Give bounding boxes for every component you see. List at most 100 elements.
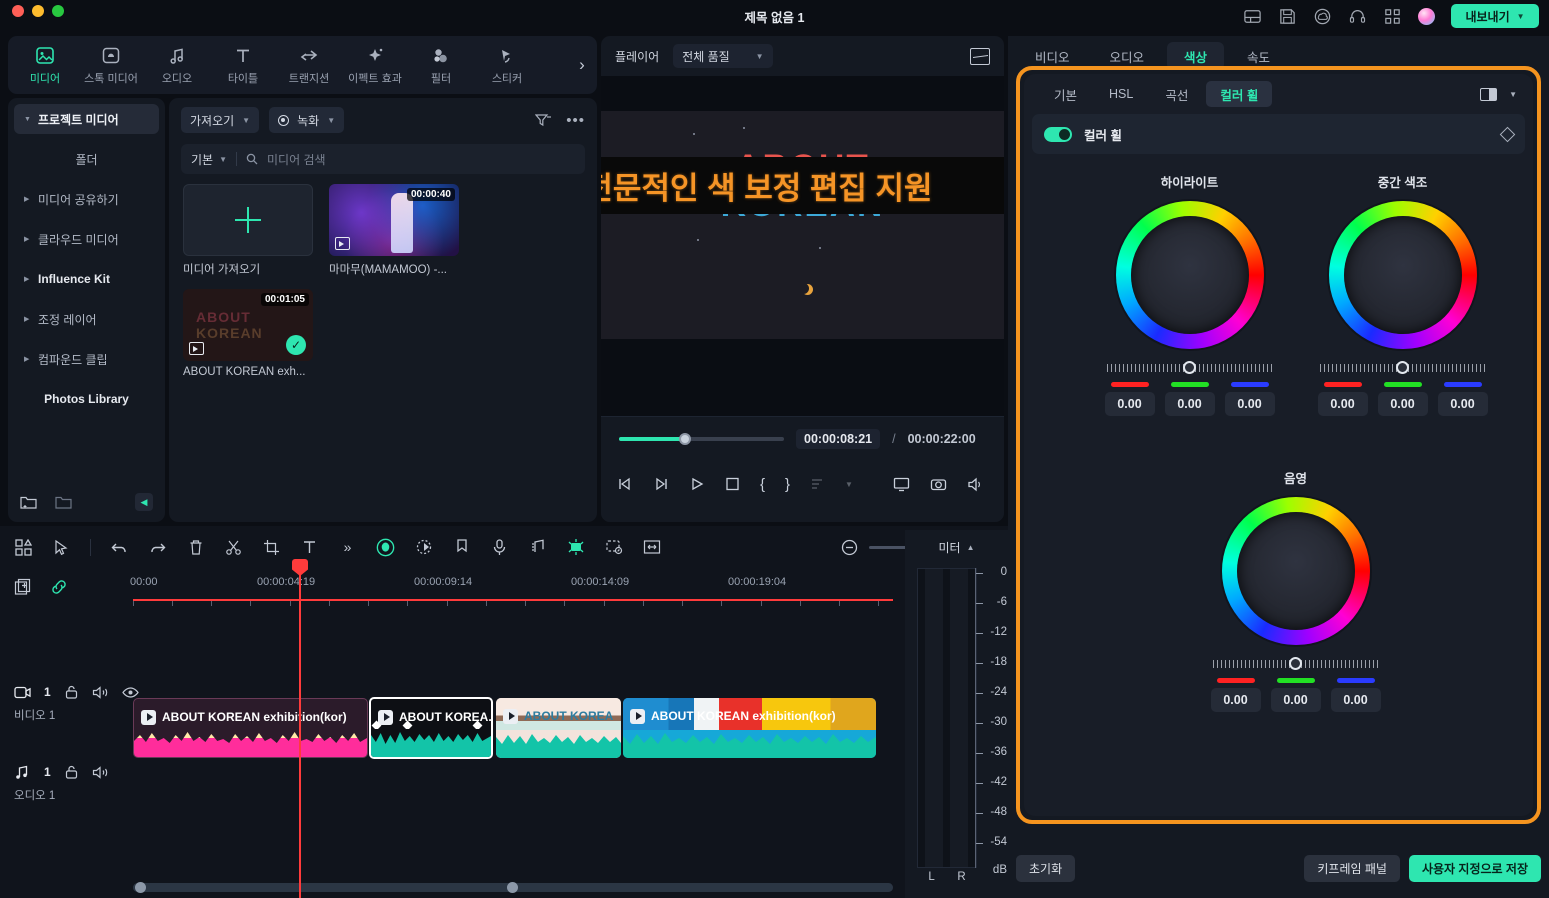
lock-icon[interactable]: [64, 764, 79, 780]
redo-icon[interactable]: [148, 538, 167, 557]
wheel-slider[interactable]: [1106, 361, 1273, 374]
link-icon[interactable]: [50, 578, 68, 596]
media-thumbnail[interactable]: ABOUT KOREAN 00:01:05 ✓: [183, 289, 313, 361]
avatar[interactable]: [1418, 7, 1435, 25]
nav-item-media[interactable]: 미디어: [12, 45, 78, 86]
media-cell-about-korean[interactable]: ABOUT KOREAN 00:01:05 ✓ ABOUT KOREAN exh…: [183, 289, 313, 378]
wheel-slider[interactable]: [1319, 361, 1486, 374]
sidebar-item-influence-kit[interactable]: ▶ Influence Kit: [14, 264, 159, 294]
more-chevrons-icon[interactable]: »: [338, 538, 357, 557]
media-thumbnail[interactable]: 00:00:40: [329, 184, 459, 256]
undo-icon[interactable]: [110, 538, 129, 557]
mute-icon[interactable]: [92, 765, 109, 780]
headset-support-icon[interactable]: [1348, 7, 1367, 26]
green-screen-icon[interactable]: [566, 538, 585, 557]
reset-button[interactable]: 초기화: [1016, 854, 1076, 882]
track-header-audio-1[interactable]: 1 오디오 1: [14, 764, 109, 803]
play-icon[interactable]: [689, 475, 705, 493]
apps-grid-icon[interactable]: [1383, 7, 1402, 26]
color-wheel-control[interactable]: [1221, 497, 1370, 645]
blue-value[interactable]: 0.00: [1330, 688, 1381, 712]
next-frame-icon[interactable]: [653, 475, 669, 493]
search-input[interactable]: 미디어 검색: [267, 151, 326, 168]
sidebar-item-share-media[interactable]: ▶ 미디어 공유하기: [14, 184, 159, 214]
timeline-horizontal-scrollbar[interactable]: [133, 882, 893, 893]
waveform-scope-icon[interactable]: [970, 47, 990, 65]
sidebar-item-cloud-media[interactable]: ▶ 클라우드 미디어: [14, 224, 159, 254]
sidebar-item-project-media[interactable]: ▼ 프로젝트 미디어: [14, 104, 159, 134]
select-cursor-icon[interactable]: [52, 538, 71, 557]
record-button[interactable]: 녹화 ▼: [269, 107, 345, 133]
chevron-right-icon[interactable]: ›: [571, 50, 593, 80]
sub-tab-hsl[interactable]: HSL: [1095, 81, 1147, 107]
keyframe-diamond-icon[interactable]: [1499, 126, 1516, 142]
delete-icon[interactable]: [186, 538, 205, 557]
mask-icon[interactable]: [604, 538, 623, 557]
prev-frame-icon[interactable]: [617, 475, 633, 493]
green-value[interactable]: 0.00: [1270, 688, 1321, 712]
nav-item-stock-media[interactable]: 스톡 미디어: [78, 45, 144, 86]
timeline-clip[interactable]: ABOUT KOREA: [496, 698, 621, 758]
quality-select[interactable]: 전체 품질 ▼: [673, 44, 773, 68]
media-cell-mamamoo[interactable]: 00:00:40 마마무(MAMAMOO) -...: [329, 184, 459, 277]
snapshot-camera-icon[interactable]: [930, 475, 947, 493]
red-value[interactable]: 0.00: [1210, 688, 1261, 712]
red-value[interactable]: 0.00: [1104, 392, 1155, 416]
nav-item-transition[interactable]: 트랜지션: [276, 45, 342, 86]
blue-value[interactable]: 0.00: [1437, 392, 1488, 416]
filter-sort-icon[interactable]: [535, 113, 552, 127]
chevron-down-icon[interactable]: ▼: [1509, 90, 1517, 99]
template-icon[interactable]: [14, 538, 33, 557]
nav-item-filter[interactable]: 필터: [408, 45, 474, 86]
playhead[interactable]: [292, 559, 308, 898]
track-header-video-1[interactable]: 1 비디오 1: [14, 684, 139, 723]
slider-handle[interactable]: [1183, 361, 1196, 374]
keyframe-panel-button[interactable]: 키프레임 패널: [1304, 854, 1400, 882]
voiceover-mic-icon[interactable]: [490, 538, 509, 557]
current-time[interactable]: 00:00:08:21: [796, 429, 881, 449]
red-value[interactable]: 0.00: [1317, 392, 1368, 416]
fit-screen-icon[interactable]: [642, 538, 661, 557]
chevron-down-icon[interactable]: ▼: [845, 475, 853, 493]
seek-handle[interactable]: [679, 433, 691, 445]
auto-beat-icon[interactable]: [528, 538, 547, 557]
meter-header[interactable]: 미터 ▲: [905, 530, 1008, 564]
collapse-panel-icon[interactable]: ◀: [135, 493, 153, 511]
media-cell-import[interactable]: 미디어 가져오기: [183, 184, 313, 277]
mark-out-icon[interactable]: }: [785, 475, 790, 493]
auto-enhance-icon[interactable]: [414, 538, 433, 557]
timeline-clip[interactable]: ABOUT KOREAN exhibition(kor): [133, 698, 368, 758]
green-value[interactable]: 0.00: [1377, 392, 1428, 416]
color-wheel-control[interactable]: [1328, 201, 1477, 349]
new-folder-icon[interactable]: [20, 495, 37, 510]
timeline-clip[interactable]: ABOUT KOREAN exhibition(kor): [623, 698, 876, 758]
mark-in-icon[interactable]: {: [760, 475, 765, 493]
scrollbar-handle-left[interactable]: [135, 882, 146, 893]
color-match-icon[interactable]: [376, 538, 395, 557]
crop-icon[interactable]: [262, 538, 281, 557]
marker-icon[interactable]: [452, 538, 471, 557]
layout-icon[interactable]: [1243, 7, 1262, 26]
text-icon[interactable]: [300, 538, 319, 557]
preview-stage[interactable]: ABOUT KOREAN 전문적인 색 보정 편집 지원: [601, 76, 1004, 416]
display-monitor-icon[interactable]: [893, 475, 910, 493]
folder-icon[interactable]: [55, 495, 72, 510]
green-value[interactable]: 0.00: [1164, 392, 1215, 416]
import-media-tile[interactable]: [183, 184, 313, 256]
sidebar-item-folder[interactable]: 폴더: [14, 144, 159, 174]
slider-handle[interactable]: [1289, 657, 1302, 670]
color-wheel-control[interactable]: [1115, 201, 1264, 349]
cloud-upload-icon[interactable]: [1313, 7, 1332, 26]
zoom-out-icon[interactable]: [840, 538, 859, 557]
sidebar-item-compound-clip[interactable]: ▶ 컴파운드 클립: [14, 344, 159, 374]
mute-icon[interactable]: [92, 685, 109, 700]
lock-icon[interactable]: [64, 684, 79, 700]
save-custom-button[interactable]: 사용자 지정으로 저장: [1408, 854, 1541, 882]
blue-value[interactable]: 0.00: [1224, 392, 1275, 416]
add-track-icon[interactable]: [14, 578, 32, 596]
split-marker-icon[interactable]: [810, 475, 825, 493]
slider-handle[interactable]: [1396, 361, 1409, 374]
compare-split-icon[interactable]: [1480, 87, 1498, 101]
scrollbar-handle-right[interactable]: [507, 882, 518, 893]
media-sort-select[interactable]: 기본 ▼: [191, 151, 227, 168]
